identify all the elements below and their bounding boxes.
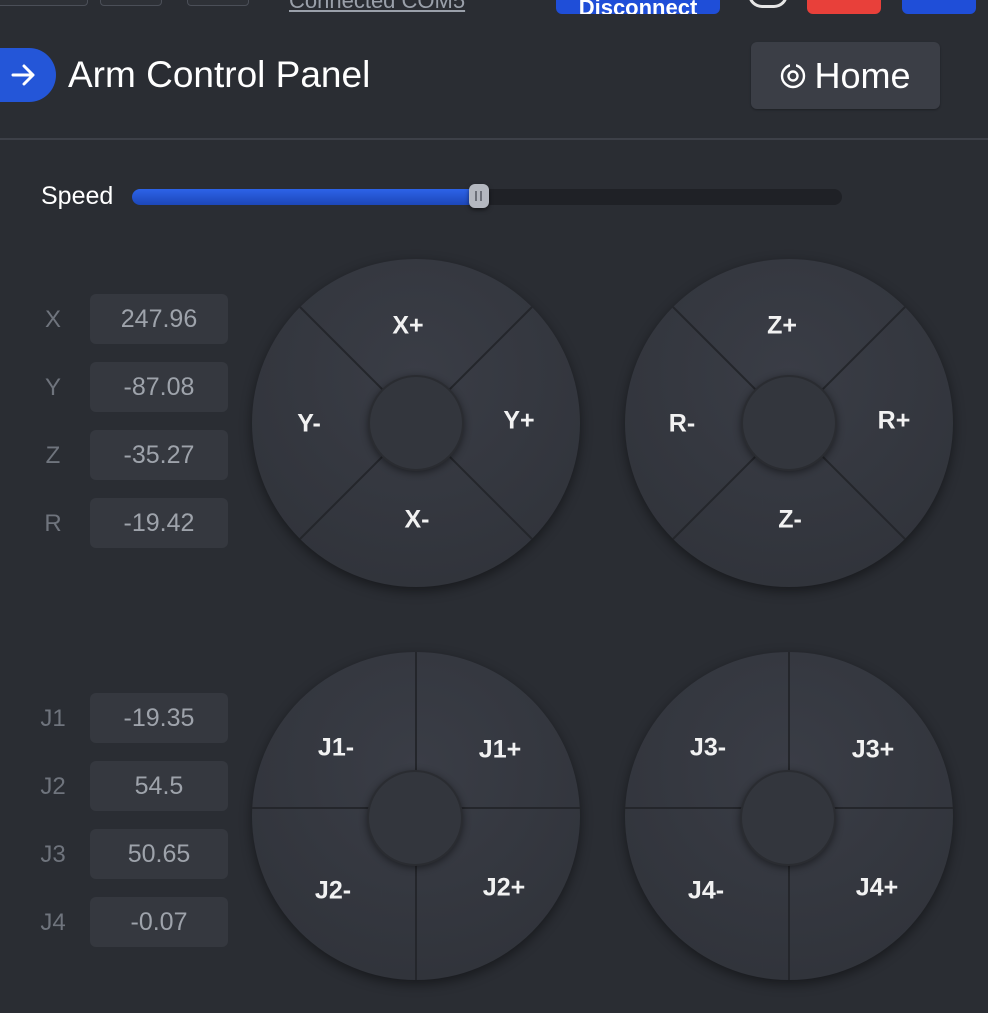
coord-value: -87.08 xyxy=(90,362,228,412)
joint-value: -0.07 xyxy=(90,897,228,947)
joint-label: J4 xyxy=(40,909,66,936)
zr-jog-pad: Z+ R- R+ Z- xyxy=(624,258,954,588)
coord-row-z: Z -35.27 xyxy=(0,430,240,480)
coord-value: 247.96 xyxy=(90,294,228,344)
coord-label: R xyxy=(44,510,62,537)
coord-label: Y xyxy=(44,374,61,401)
connected-port-link[interactable]: Connected COM5 xyxy=(289,0,465,14)
blue-action-button[interactable] xyxy=(902,0,976,14)
panel-header: Arm Control Panel Home xyxy=(0,14,988,140)
xy-pad-center xyxy=(368,375,464,471)
coord-label: X xyxy=(44,306,61,333)
joint-label: J2 xyxy=(40,773,66,800)
joint-row-j4: J4 -0.07 xyxy=(0,897,240,947)
speed-slider[interactable] xyxy=(132,184,842,208)
coord-row-r: R -19.42 xyxy=(0,498,240,548)
home-button-label: Home xyxy=(814,54,911,96)
speed-label: Speed xyxy=(41,182,114,210)
joint-label: J1 xyxy=(40,705,66,732)
arrow-right-icon xyxy=(11,64,35,86)
red-action-button[interactable] xyxy=(807,0,881,14)
joint-value: -19.35 xyxy=(90,693,228,743)
joint-row-j2: J2 54.5 xyxy=(0,761,240,811)
j34-jog-pad: J3- J3+ J4- J4+ xyxy=(624,651,954,981)
toolbar-field-2[interactable] xyxy=(187,0,249,6)
page-title: Arm Control Panel xyxy=(68,54,371,95)
joint-row-j3: J3 50.65 xyxy=(0,829,240,879)
joint-value: 50.65 xyxy=(90,829,228,879)
joint-row-j1: J1 -19.35 xyxy=(0,693,240,743)
coord-label: Z xyxy=(45,442,61,469)
top-toolbar: Connected COM5 Disconnect xyxy=(0,0,988,14)
disconnect-button[interactable]: Disconnect xyxy=(556,0,720,14)
toolbar-select[interactable] xyxy=(0,0,88,6)
j34-pad-center xyxy=(740,770,836,866)
coord-value: -35.27 xyxy=(90,430,228,480)
j12-jog-pad: J1- J1+ J2- J2+ xyxy=(251,651,581,981)
joint-label: J3 xyxy=(40,841,66,868)
toolbar-field[interactable] xyxy=(100,0,162,6)
coord-row-x: X 247.96 xyxy=(0,294,240,344)
back-button[interactable] xyxy=(0,48,56,102)
j12-pad-center xyxy=(367,770,463,866)
xy-jog-pad: X+ Y- Y+ X- xyxy=(251,258,581,588)
toggle-icon[interactable] xyxy=(748,0,788,8)
zr-pad-center xyxy=(741,375,837,471)
home-button[interactable]: Home xyxy=(751,42,940,109)
coord-value: -19.42 xyxy=(90,498,228,548)
speed-slider-fill xyxy=(132,189,480,205)
home-target-icon xyxy=(781,62,806,88)
joint-value: 54.5 xyxy=(90,761,228,811)
coord-row-y: Y -87.08 xyxy=(0,362,240,412)
speed-slider-thumb[interactable] xyxy=(468,184,489,208)
